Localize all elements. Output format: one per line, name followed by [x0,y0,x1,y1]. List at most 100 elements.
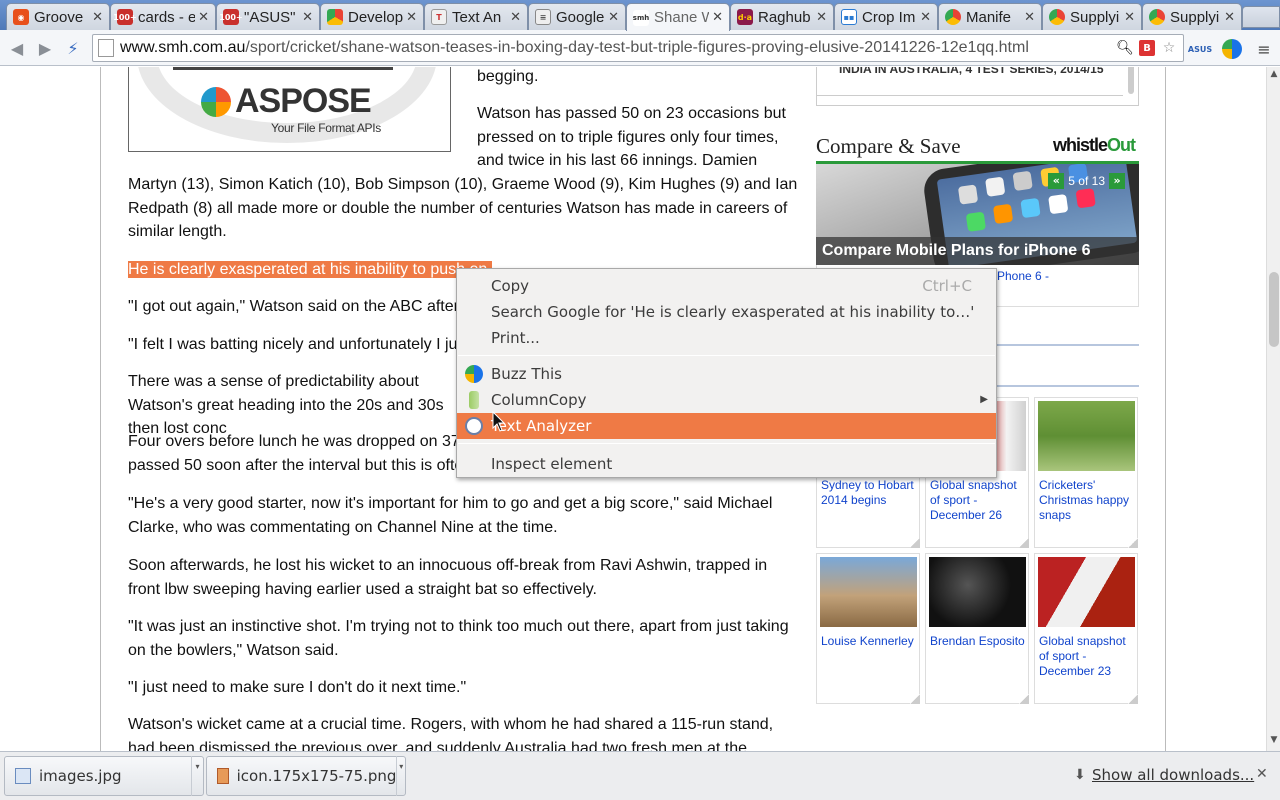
download-menu-arrow-icon[interactable]: ▾ [191,756,203,796]
tab-supplying-2[interactable]: Supplyi ✕ [1142,3,1242,30]
close-download-bar-icon[interactable]: ✕ [1256,766,1268,782]
download-filename[interactable]: images.jpg [39,767,191,785]
show-all-downloads-link[interactable]: Show all downloads... [1092,766,1254,784]
zoom-icon[interactable]: 🔍︎ [1115,38,1135,58]
tab-close-icon[interactable]: ✕ [1024,10,1035,25]
tab-title: Crop Im [862,8,916,26]
tab-crop-image[interactable]: ▪▪ Crop Im ✕ [834,3,938,30]
tab-close-icon[interactable]: ✕ [712,10,723,25]
tab-text-analyzer[interactable]: T Text An ✕ [424,3,528,30]
forward-arrow-icon[interactable]: ▶ [34,37,56,59]
star-icon[interactable]: ☆ [1159,38,1179,58]
buzz-extension-icon[interactable] [1222,39,1242,59]
corner-fold [1019,694,1029,704]
page-scrollbar[interactable]: ▲ ▼ [1266,67,1280,751]
menu-item-print[interactable]: Print... [457,325,996,351]
download-arrow-icon: ⬇ [1074,767,1086,783]
back-arrow-icon[interactable]: ◀ [6,37,28,59]
tab-title: Supplyi [1070,8,1120,26]
address-bar[interactable]: www.smh.com.au/sport/cricket/shane-watso… [92,34,1184,62]
selected-text[interactable]: He is clearly exasperated at his inabili… [128,261,492,278]
tab-groove[interactable]: ◉ Groove ✕ [6,3,110,30]
gallery-caption[interactable]: Cricketers' Christmas happy snaps [1039,478,1137,523]
scroll-thumb[interactable] [1269,272,1279,347]
scroll-up-icon[interactable]: ▲ [1267,69,1280,83]
dashboard-icon: d·a [737,9,753,25]
tab-develop[interactable]: Develop ✕ [320,3,424,30]
tab-title: Groove [34,8,84,26]
menu-item-buzz-this[interactable]: Buzz This [457,361,996,387]
tab-manifest[interactable]: Manife ✕ [938,3,1042,30]
gallery-image [929,557,1026,627]
bookmark-ext-icon[interactable]: B [1139,40,1155,56]
menu-label: Search Google for 'He is clearly exasper… [491,303,975,321]
gallery-caption[interactable]: Sydney to Hobart 2014 begins [821,478,919,508]
gallery-caption[interactable]: Louise Kennerley [821,634,919,649]
gallery-item[interactable]: Louise Kennerley [816,553,920,704]
tab-close-icon[interactable]: ✕ [406,10,417,25]
compare-banner[interactable]: « 5 of 13 » Compare Mobile Plans for iPh… [816,164,1139,265]
next-arrow-icon[interactable]: » [1109,173,1125,189]
tab-close-icon[interactable]: ✕ [608,10,619,25]
gallery-caption[interactable]: Global snapshot of sport - December 23 [1039,634,1137,679]
banner-caption[interactable]: Compare Mobile Plans for iPhone 6 [816,237,1139,265]
tab-close-icon[interactable]: ✕ [1124,10,1135,25]
tab-close-icon[interactable]: ✕ [92,10,103,25]
scroll-down-icon[interactable]: ▼ [1267,735,1280,749]
download-item[interactable]: icon.175x175-75.png ▾ [206,756,406,796]
compare-link[interactable]: Phone 6 - [997,269,1049,283]
gallery-image [1038,401,1135,471]
article-paragraph: Watson has passed 50 on 23 occasions but… [477,105,786,169]
series-scrollbar[interactable] [1128,67,1134,94]
tab-google[interactable]: ≡ Google ✕ [528,3,626,30]
tab-cards[interactable]: 100+ cards - e ✕ [110,3,216,30]
tab-asus[interactable]: 100+ "ASUS" ✕ [216,3,320,30]
article-paragraph: Four overs before lunch he was dropped o… [128,433,464,474]
tab-close-icon[interactable]: ✕ [510,10,521,25]
tab-raghub[interactable]: d·a Raghub ✕ [730,3,834,30]
tab-close-icon[interactable]: ✕ [920,10,931,25]
menu-label: Buzz This [491,365,562,383]
browser-toolbar: ◀ ▶ ⚡ www.smh.com.au/sport/cricket/shane… [0,30,1280,66]
whistleout-logo[interactable]: whistleOut [1053,135,1136,156]
menu-label: Print... [491,329,540,347]
menu-item-columncopy[interactable]: ColumnCopy ▶ [457,387,996,413]
tab-supplying-1[interactable]: Supplyi ✕ [1042,3,1142,30]
new-tab-button[interactable] [1242,6,1280,28]
logo-part-b: Out [1107,135,1136,155]
tab-shane-watson[interactable]: smh Shane W ✕ [626,3,730,31]
download-item[interactable]: images.jpg ▾ [4,756,204,796]
tab-close-icon[interactable]: ✕ [816,10,827,25]
aspose-ad[interactable]: ASPOSE Your File Format APIs [128,67,451,152]
reload-icon[interactable]: ⚡ [62,37,84,59]
menu-item-copy[interactable]: Copy Ctrl+C [457,273,996,299]
menu-icon[interactable]: ≡ [1254,39,1274,59]
gallery-item[interactable]: Global snapshot of sport - December 23 [1034,553,1138,704]
menu-item-search-google[interactable]: Search Google for 'He is clearly exasper… [457,299,996,325]
series-widget-inner: INDIA IN AUSTRALIA, 4 TEST SERIES, 2014/… [817,67,1123,96]
text-analyzer-icon [465,417,483,435]
gallery-item[interactable]: Brendan Esposito [925,553,1029,704]
doc-icon: ≡ [535,9,551,25]
aspose-logo: ASPOSE [201,82,372,121]
aspose-flower-icon [201,86,231,117]
banner-counter: « 5 of 13 » [1048,173,1125,189]
asus-extension-icon[interactable]: ASUS [1188,39,1212,59]
series-title[interactable]: INDIA IN AUSTRALIA, 4 TEST SERIES, 2014/… [839,67,1104,76]
gallery-caption[interactable]: Brendan Esposito [930,634,1028,649]
tab-close-icon[interactable]: ✕ [1224,10,1235,25]
article-paragraph: begging. [477,68,539,85]
groove-icon: ◉ [13,9,29,25]
prev-arrow-icon[interactable]: « [1048,173,1065,189]
menu-item-text-analyzer[interactable]: Text Analyzer [457,413,996,439]
chrome-icon [1049,9,1065,25]
gallery-item[interactable]: Cricketers' Christmas happy snaps [1034,397,1138,548]
gallery-caption[interactable]: Global snapshot of sport - December 26 [930,478,1028,523]
url-text[interactable]: www.smh.com.au/sport/cricket/shane-watso… [120,39,1115,57]
tab-close-icon[interactable]: ✕ [198,10,209,25]
download-menu-arrow-icon[interactable]: ▾ [396,756,405,796]
menu-item-inspect-element[interactable]: Inspect element [457,451,996,477]
tab-close-icon[interactable]: ✕ [302,10,313,25]
tab-title: cards - e [138,8,196,26]
download-filename[interactable]: icon.175x175-75.png [237,767,397,785]
